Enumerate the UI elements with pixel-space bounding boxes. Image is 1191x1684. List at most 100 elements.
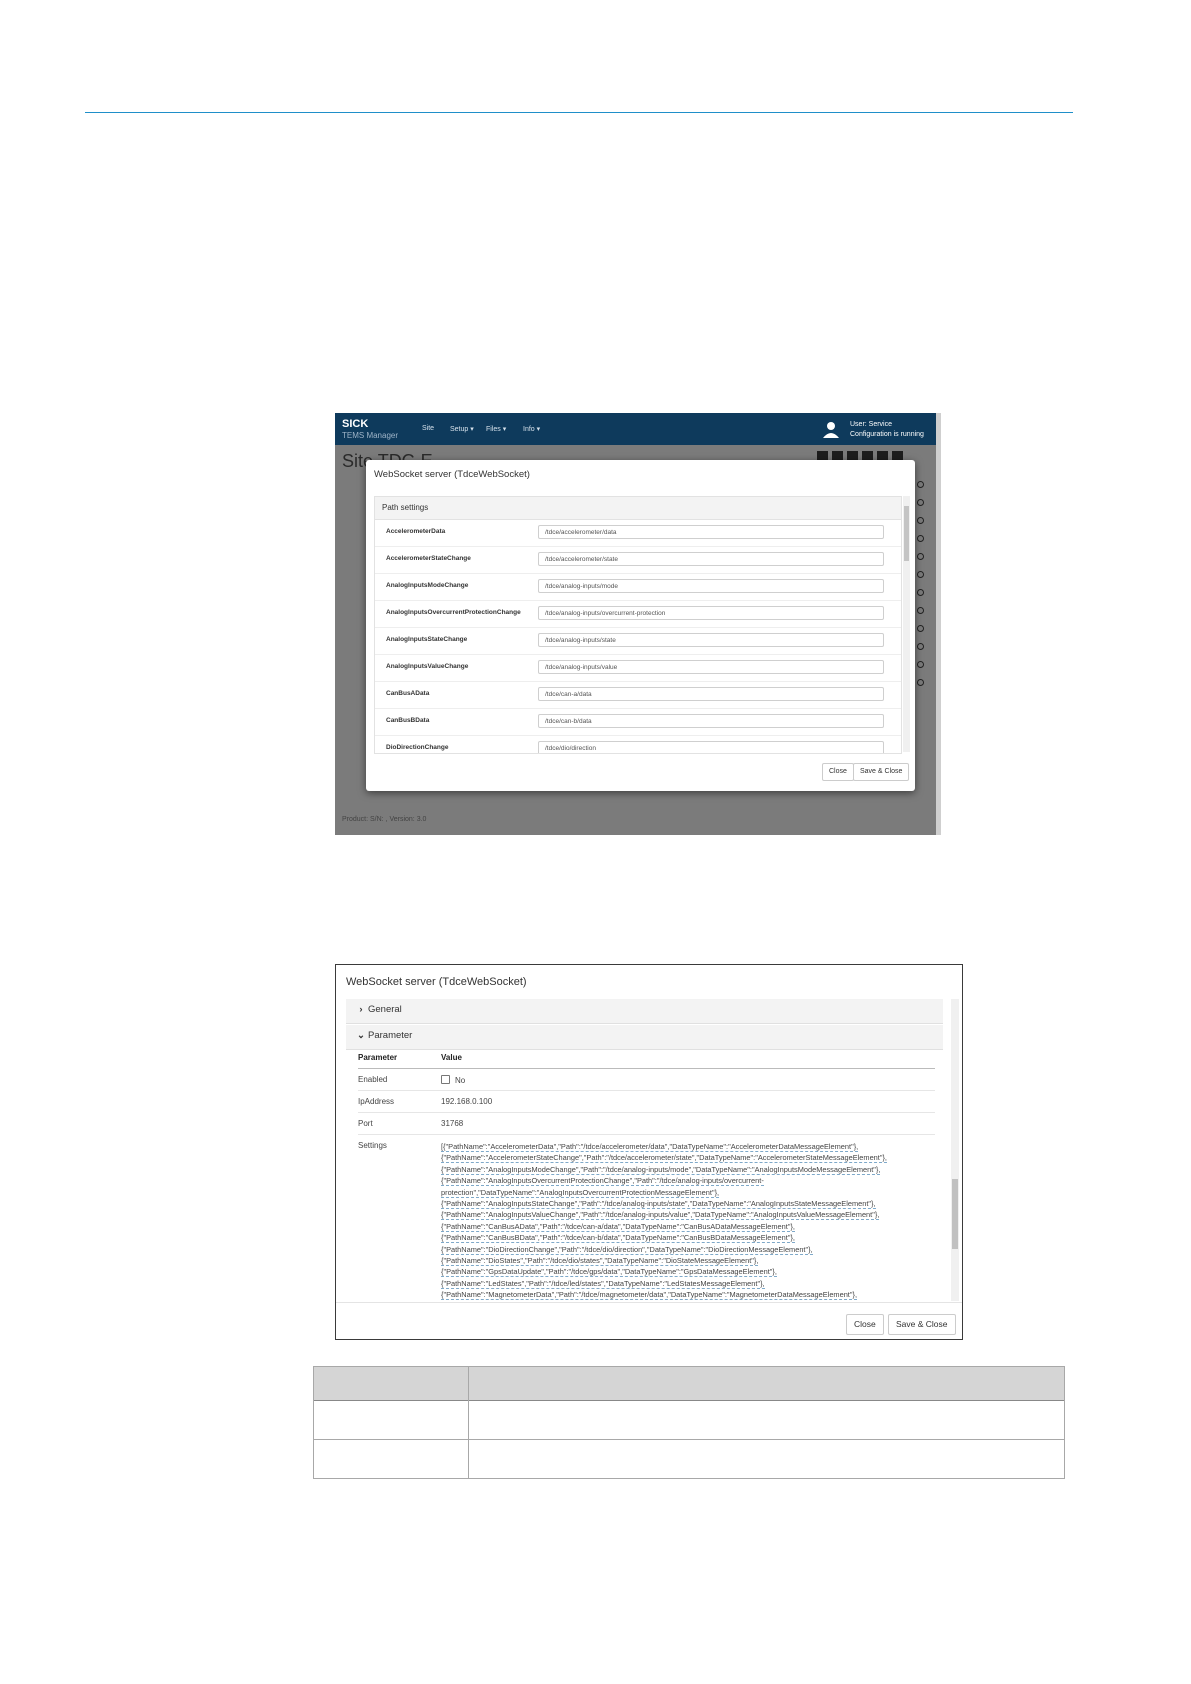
chevron-down-icon: ⌄ xyxy=(357,1030,365,1041)
status-dot-icon xyxy=(916,625,924,632)
path-input[interactable]: /tdce/analog-inputs/value xyxy=(538,660,884,674)
nav-site[interactable]: Site xyxy=(422,425,434,432)
status-dot-icon xyxy=(916,499,924,506)
dialog-scrollbar[interactable] xyxy=(951,999,959,1301)
settings-value[interactable]: [{"PathName":"AccelerometerData","Path":… xyxy=(441,1141,931,1301)
parameter-accordion[interactable]: ⌄ Parameter xyxy=(346,1025,943,1050)
close-button[interactable]: Close xyxy=(822,763,854,781)
close-button[interactable]: Close xyxy=(846,1314,884,1335)
param-label: IpAddress xyxy=(358,1097,395,1106)
status-dot-icon xyxy=(916,517,924,524)
settings-line: {"PathName":"AnalogInputsStateChange","P… xyxy=(441,1199,876,1210)
accordion-label: Parameter xyxy=(368,1030,413,1041)
path-row: CanBusBData/tdce/can-b/data xyxy=(375,709,901,736)
table-row: Enabled No xyxy=(358,1069,935,1091)
settings-line: {"PathName":"DioStates","Path":"/tdce/di… xyxy=(441,1256,759,1267)
nav-setup[interactable]: Setup ▾ xyxy=(450,425,474,433)
save-close-button[interactable]: Save & Close xyxy=(853,763,910,781)
panel-heading: Path settings xyxy=(375,497,901,520)
path-input[interactable]: /tdce/accelerometer/state xyxy=(538,552,884,566)
enabled-checkbox-wrap[interactable]: No xyxy=(441,1075,465,1085)
path-label: DioDirectionChange xyxy=(386,744,449,751)
websocket-modal: WebSocket server (TdceWebSocket) Path se… xyxy=(366,460,915,791)
nav-files[interactable]: Files ▾ xyxy=(486,425,506,433)
status-dot-icon xyxy=(916,535,924,542)
save-close-button[interactable]: Save & Close xyxy=(888,1314,956,1335)
path-label: AnalogInputsModeChange xyxy=(386,582,469,589)
modal-title: WebSocket server (TdceWebSocket) xyxy=(374,469,530,480)
param-label: Port xyxy=(358,1119,373,1128)
settings-line: protection","DataTypeName":"AnalogInputs… xyxy=(441,1187,720,1198)
scrollbar-thumb[interactable] xyxy=(904,506,909,561)
settings-line: {"PathName":"MagnetometerData","Path":"/… xyxy=(441,1290,858,1301)
header-rule xyxy=(85,112,1073,113)
screenshot-websocket-dialog: WebSocket server (TdceWebSocket) › Genera… xyxy=(335,964,963,1340)
path-input[interactable]: /tdce/analog-inputs/overcurrent-protecti… xyxy=(538,606,884,620)
path-input[interactable]: /tdce/dio/direction xyxy=(538,741,884,753)
column-header: Value xyxy=(441,1053,462,1062)
param-label: Enabled xyxy=(358,1075,388,1084)
settings-line: {"PathName":"AccelerometerStateChange","… xyxy=(441,1153,887,1164)
screenshot-site-page: SICK TEMS Manager Site Setup ▾ Files ▾ I… xyxy=(335,413,941,835)
accordion-label: General xyxy=(368,1004,402,1015)
path-input[interactable]: /tdce/analog-inputs/mode xyxy=(538,579,884,593)
status-dot-icon xyxy=(916,607,924,614)
top-navbar: SICK TEMS Manager Site Setup ▾ Files ▾ I… xyxy=(335,413,936,445)
checkbox-label: No xyxy=(455,1076,466,1085)
settings-line: {"PathName":"AnalogInputsOvercurrentProt… xyxy=(441,1176,764,1187)
general-accordion[interactable]: › General xyxy=(346,999,943,1024)
settings-line: {"PathName":"CanBusBData","Path":"/tdce/… xyxy=(441,1233,795,1244)
settings-line: {"PathName":"GpsDataUpdate","Path":"/tdc… xyxy=(441,1267,777,1278)
path-label: AnalogInputsStateChange xyxy=(386,636,468,643)
path-input[interactable]: /tdce/can-a/data xyxy=(538,687,884,701)
scrollbar-thumb[interactable] xyxy=(952,1179,958,1249)
settings-line: {"PathName":"LedStates","Path":"/tdce/le… xyxy=(441,1278,765,1289)
table-rule xyxy=(314,1400,1064,1401)
enabled-checkbox[interactable] xyxy=(441,1075,450,1084)
path-input[interactable]: /tdce/can-b/data xyxy=(538,714,884,728)
settings-line: {"PathName":"CanBusAData","Path":"/tdce/… xyxy=(441,1221,795,1232)
table-rule xyxy=(314,1439,1064,1440)
modal-scrollbar[interactable] xyxy=(903,496,910,752)
user-icon[interactable] xyxy=(822,420,840,438)
path-row: AccelerometerStateChange/tdce/accelerome… xyxy=(375,547,901,574)
status-dot-icon xyxy=(916,553,924,560)
status-dot-icon xyxy=(916,643,924,650)
path-row: AnalogInputsOvercurrentProtectionChange /… xyxy=(375,601,901,628)
info-table xyxy=(313,1366,1065,1479)
ip-address-value[interactable]: 192.168.0.100 xyxy=(441,1097,492,1106)
table-row: Settings [{"PathName":"AccelerometerData… xyxy=(358,1135,935,1305)
path-row: CanBusAData/tdce/can-a/data xyxy=(375,682,901,709)
settings-line: [{"PathName":"AccelerometerData","Path":… xyxy=(441,1142,859,1152)
side-status-icons xyxy=(913,481,927,741)
settings-line: {"PathName":"AnalogInputsModeChange","Pa… xyxy=(441,1164,881,1175)
column-header: Parameter xyxy=(358,1053,398,1062)
path-label: CanBusBData xyxy=(386,717,430,724)
settings-line: {"PathName":"AnalogInputsValueChange","P… xyxy=(441,1210,880,1221)
config-status: Configuration is running xyxy=(850,431,924,438)
param-label: Settings xyxy=(358,1141,387,1150)
status-dot-icon xyxy=(916,589,924,596)
port-value[interactable]: 31768 xyxy=(441,1119,463,1128)
settings-line: {"PathName":"DioDirectionChange","Path":… xyxy=(441,1244,813,1255)
path-input[interactable]: /tdce/accelerometer/data xyxy=(538,525,884,539)
path-label: AnalogInputsOvercurrentProtectionChange xyxy=(386,609,521,616)
status-dot-icon xyxy=(916,679,924,686)
path-input[interactable]: /tdce/analog-inputs/state xyxy=(538,633,884,647)
path-label: AnalogInputsValueChange xyxy=(386,663,469,670)
nav-info[interactable]: Info ▾ xyxy=(523,425,540,433)
path-row: AccelerometerData/tdce/accelerometer/dat… xyxy=(375,520,901,547)
status-dot-icon xyxy=(916,571,924,578)
footer-divider xyxy=(336,1302,962,1303)
path-row: DioDirectionChange/tdce/dio/direction xyxy=(375,736,901,753)
path-settings-panel: Path settings AccelerometerData/tdce/acc… xyxy=(374,496,902,754)
path-label: AccelerometerData xyxy=(386,528,446,535)
table-column-divider xyxy=(468,1367,469,1478)
page-scrollbar[interactable] xyxy=(936,413,941,835)
status-dot-icon xyxy=(916,481,924,488)
table-row: Port 31768 xyxy=(358,1113,935,1135)
product-footer: Product: S/N: , Version: 3.0 xyxy=(342,816,427,823)
brand-logo: SICK xyxy=(342,418,369,430)
path-label: CanBusAData xyxy=(386,690,430,697)
chevron-right-icon: › xyxy=(359,1004,363,1015)
